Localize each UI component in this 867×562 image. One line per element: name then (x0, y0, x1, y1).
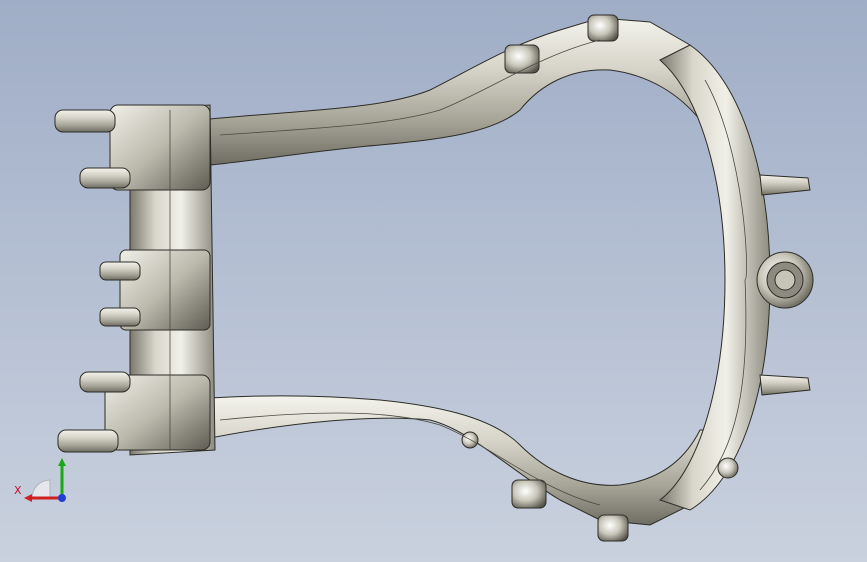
graphics-viewport[interactable]: X (0, 0, 867, 562)
bushing-ring (756, 251, 814, 309)
view-cube-corner (31, 479, 51, 499)
upper-arm[interactable] (199, 17, 736, 166)
coordinate-triad: X (14, 458, 66, 502)
x-axis-head (24, 494, 32, 502)
x-axis-label: X (14, 484, 22, 497)
subframe-model[interactable] (0, 0, 867, 562)
z-axis-dot (58, 494, 66, 502)
y-axis-head (58, 458, 66, 466)
rear-hoop[interactable] (658, 44, 771, 511)
